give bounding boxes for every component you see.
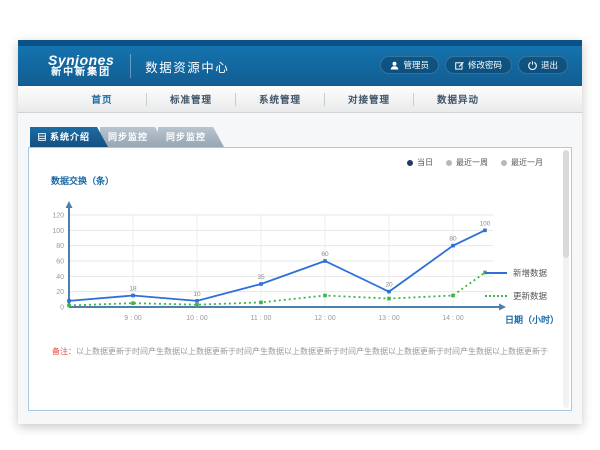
admin-label: 管理员	[403, 59, 429, 71]
svg-text:80: 80	[449, 236, 457, 243]
nav-item-system-mgmt[interactable]: 系统管理	[236, 92, 324, 106]
brand-text: Synjones	[48, 52, 114, 68]
tab-bar: 系统介绍 同步监控 同步监控	[30, 127, 572, 147]
change-password-label: 修改密码	[468, 59, 502, 71]
filter-today[interactable]: 当日	[407, 157, 433, 168]
chart-panel: 当日 最近一周 最近一月 数据交换（条） 0 20 40 60 80 100 120 9 : …	[28, 147, 572, 411]
svg-text:20: 20	[385, 282, 393, 289]
svg-text:100: 100	[52, 228, 64, 235]
header: Synjones 新中新集团 数据资源中心 管理员 修改密码	[18, 46, 582, 86]
footnote-label: 备注：	[52, 347, 76, 356]
chart-area: 0 20 40 60 80 100 120 9 : 00 10 : 00 11 : 00 12 : …	[31, 189, 571, 336]
app-title: 数据资源中心	[145, 57, 229, 76]
svg-text:14 : 00: 14 : 00	[442, 315, 464, 322]
svg-text:12 : 00: 12 : 00	[314, 315, 336, 322]
tab-label: 同步监控	[166, 127, 206, 147]
header-divider	[130, 54, 131, 78]
chart-legend: 新增数据 更新数据	[485, 267, 547, 302]
footnote: 备注：以上数据更新于时间产生数据以上数据更新于时间产生数据以上数据更新于时间产生…	[29, 346, 571, 357]
time-range-filter: 当日 最近一周 最近一月	[407, 157, 543, 168]
filter-label: 当日	[417, 157, 433, 168]
filter-last-week[interactable]: 最近一周	[446, 157, 488, 168]
power-icon	[528, 61, 537, 70]
logout-label: 退出	[541, 59, 558, 71]
svg-text:60: 60	[321, 251, 329, 258]
svg-text:120: 120	[52, 213, 64, 220]
tab-label: 同步监控	[108, 127, 148, 147]
filter-label: 最近一月	[511, 157, 543, 168]
tab-system-intro[interactable]: 系统介绍	[30, 127, 108, 147]
radio-dot-icon	[446, 160, 452, 166]
dotted-line-icon	[485, 295, 507, 297]
header-actions: 管理员 修改密码 退出	[380, 56, 568, 74]
nav-item-data-change[interactable]: 数据异动	[414, 92, 502, 106]
svg-text:10 : 00: 10 : 00	[186, 315, 208, 322]
svg-text:60: 60	[56, 259, 64, 266]
svg-text:35: 35	[257, 274, 265, 281]
change-password-button[interactable]: 修改密码	[445, 56, 512, 74]
company-name: 新中新集团	[48, 68, 114, 79]
app-window: Synjones 新中新集团 数据资源中心 管理员 修改密码	[18, 40, 582, 424]
y-axis-title: 数据交换（条）	[51, 174, 571, 187]
solid-line-icon	[485, 272, 507, 274]
admin-button[interactable]: 管理员	[380, 56, 439, 74]
brand-name: Synjones	[48, 53, 114, 68]
svg-text:20: 20	[56, 289, 64, 296]
logo: Synjones 新中新集团	[48, 53, 114, 78]
svg-text:10: 10	[193, 291, 201, 298]
panel-scrollbar-track[interactable]	[563, 150, 569, 408]
svg-text:13 : 00: 13 : 00	[378, 315, 400, 322]
logout-button[interactable]: 退出	[518, 56, 568, 74]
radio-dot-icon	[501, 160, 507, 166]
nav-item-interface-mgmt[interactable]: 对接管理	[325, 92, 413, 106]
tab-sync-monitor-2[interactable]: 同步监控	[158, 127, 224, 147]
filter-label: 最近一周	[456, 157, 488, 168]
footnote-text: 以上数据更新于时间产生数据以上数据更新于时间产生数据以上数据更新于时间产生数据以…	[76, 347, 548, 356]
svg-text:日期（小时）: 日期（小时）	[505, 314, 559, 325]
content-area: 系统介绍 同步监控 同步监控 当日 最近一周	[18, 113, 582, 411]
legend-label: 新增数据	[513, 267, 547, 279]
edit-icon	[455, 61, 464, 70]
screenshot-background: Synjones 新中新集团 数据资源中心 管理员 修改密码	[0, 0, 600, 450]
tab-sync-monitor-1[interactable]: 同步监控	[100, 127, 166, 147]
radio-dot-icon	[407, 160, 413, 166]
legend-label: 更新数据	[513, 290, 547, 302]
user-icon	[390, 61, 399, 70]
nav-item-standard-mgmt[interactable]: 标准管理	[147, 92, 235, 106]
svg-text:11 : 00: 11 : 00	[251, 315, 272, 322]
legend-item-updated-data: 更新数据	[485, 290, 547, 302]
svg-text:0: 0	[60, 305, 64, 312]
svg-text:80: 80	[56, 243, 64, 250]
svg-text:40: 40	[56, 274, 64, 281]
svg-text:9 : 00: 9 : 00	[124, 315, 142, 322]
nav-item-home[interactable]: 首页	[58, 92, 146, 106]
document-grid-icon	[38, 133, 46, 141]
line-chart: 0 20 40 60 80 100 120 9 : 00 10 : 00 11 : 00 12 : …	[31, 189, 571, 331]
filter-last-month[interactable]: 最近一月	[501, 157, 543, 168]
panel-scrollbar-thumb[interactable]	[563, 150, 569, 258]
svg-text:18: 18	[129, 286, 137, 293]
tab-label: 系统介绍	[50, 127, 90, 147]
svg-text:100: 100	[480, 220, 491, 227]
main-nav: 首页 标准管理 系统管理 对接管理 数据异动	[18, 86, 582, 113]
legend-item-new-data: 新增数据	[485, 267, 547, 279]
